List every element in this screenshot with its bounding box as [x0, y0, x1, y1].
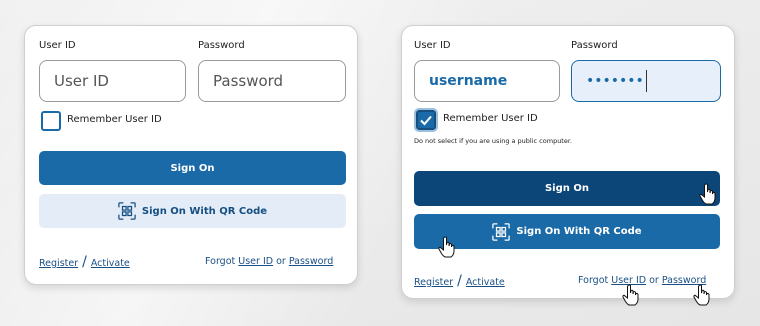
checkmark-icon — [420, 115, 432, 126]
qr-sign-on-button[interactable]: Sign On With QR Code — [39, 194, 346, 228]
password-label: Password — [571, 40, 618, 51]
background: User ID Password User ID Password Rememb… — [0, 0, 760, 326]
password-input[interactable]: Password — [198, 60, 346, 102]
register-link[interactable]: Register — [39, 258, 78, 269]
activate-link[interactable]: Activate — [91, 258, 130, 269]
or-text: or — [649, 275, 659, 286]
or-text: or — [276, 256, 286, 267]
user-id-input[interactable]: username — [414, 60, 560, 102]
user-id-placeholder: User ID — [54, 72, 109, 90]
public-computer-note: Do not select if you are using a public … — [414, 137, 572, 145]
sign-on-button[interactable]: Sign On — [39, 151, 346, 185]
remember-user-id-label: Remember User ID — [67, 114, 162, 125]
forgot-text: Forgot — [205, 256, 236, 267]
password-value: ••••••• — [586, 73, 644, 89]
qr-code-icon — [492, 222, 511, 241]
hand-pointer-cursor-icon — [699, 183, 716, 205]
text-caret — [645, 70, 648, 92]
qr-sign-on-button[interactable]: Sign On With QR Code — [414, 214, 720, 249]
link-separator: / — [82, 254, 87, 270]
remember-user-id-label: Remember User ID — [443, 113, 538, 124]
remember-user-id-checkbox[interactable] — [414, 108, 438, 132]
forgot-password-link[interactable]: Password — [289, 256, 333, 267]
register-link[interactable]: Register — [414, 277, 453, 288]
forgot-user-id-link[interactable]: User ID — [238, 256, 273, 267]
qr-code-icon — [118, 202, 136, 220]
login-card-default: User ID Password User ID Password Rememb… — [24, 25, 358, 285]
user-id-value: username — [429, 73, 508, 89]
sign-on-label: Sign On — [544, 183, 589, 194]
sign-on-button[interactable]: Sign On — [414, 171, 720, 206]
password-label: Password — [198, 40, 245, 51]
forgot-links: Forgot User ID or Password — [578, 275, 706, 286]
sign-on-label: Sign On — [170, 162, 215, 174]
user-id-label: User ID — [414, 40, 451, 51]
register-activate-links: Register / Activate — [39, 254, 130, 270]
remember-user-id-checkbox[interactable] — [41, 111, 61, 131]
activate-link[interactable]: Activate — [466, 277, 505, 288]
user-id-input[interactable]: User ID — [39, 60, 186, 102]
hand-pointer-cursor-icon — [693, 284, 710, 306]
hand-pointer-cursor-icon — [438, 236, 455, 258]
qr-sign-on-label: Sign On With QR Code — [141, 205, 268, 217]
user-id-label: User ID — [39, 40, 76, 51]
password-placeholder: Password — [213, 72, 284, 90]
register-activate-links: Register / Activate — [414, 273, 505, 289]
hand-pointer-cursor-icon — [622, 284, 639, 306]
link-separator: / — [457, 273, 462, 289]
forgot-links: Forgot User ID or Password — [205, 256, 333, 267]
forgot-text: Forgot — [578, 275, 609, 286]
qr-sign-on-label: Sign On With QR Code — [516, 226, 642, 237]
password-input[interactable]: ••••••• — [571, 60, 721, 102]
